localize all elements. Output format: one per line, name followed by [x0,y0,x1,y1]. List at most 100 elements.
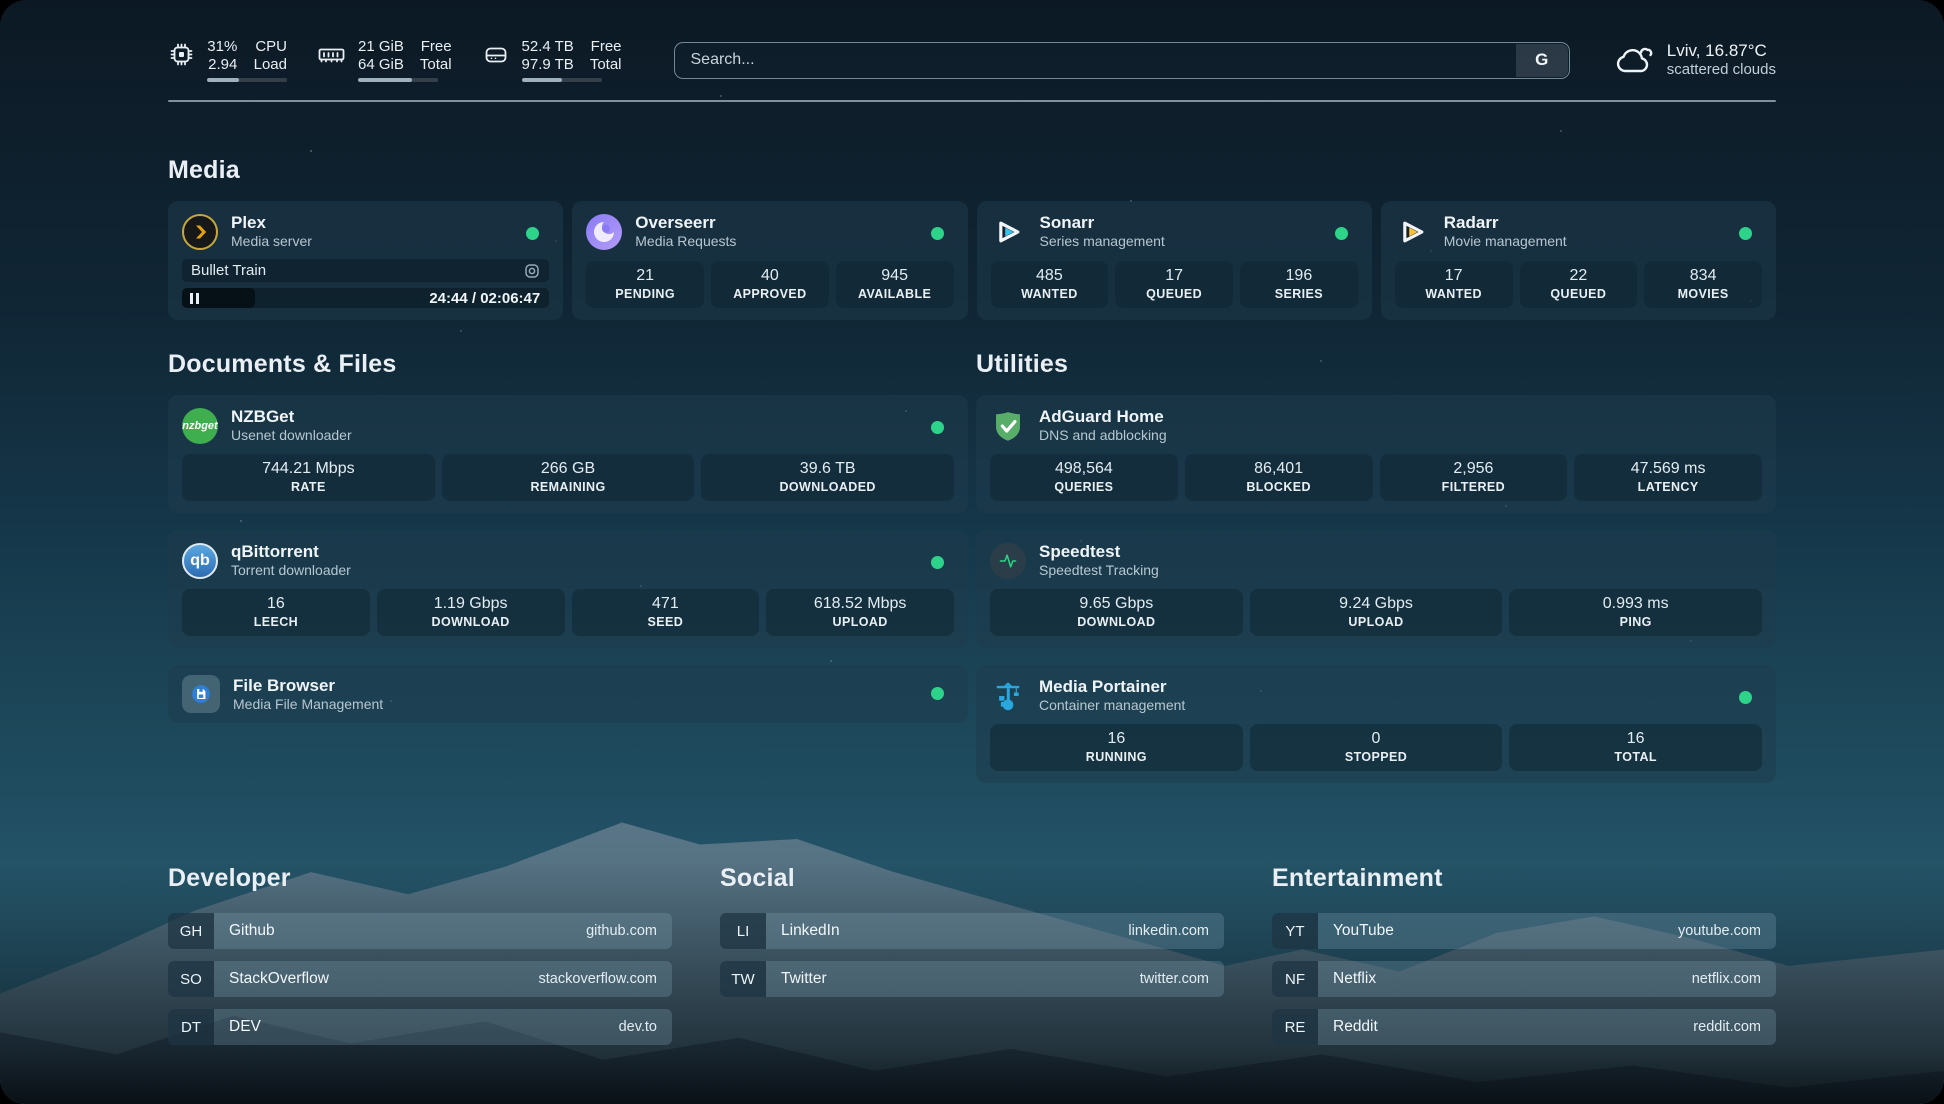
bookmark-dev[interactable]: DT DEV dev.to [168,1009,672,1045]
service-subtitle: Usenet downloader [231,427,352,444]
bookmark-name: LinkedIn [766,913,1128,949]
portainer-logo-icon [990,678,1026,714]
service-title: Media Portainer [1039,677,1185,697]
bookmark-name: Netflix [1318,961,1692,997]
status-dot [1335,227,1348,240]
cpu-progress-bar [207,78,287,82]
stat-rate: 744.21 MbpsRATE [182,454,435,501]
service-card-filebrowser[interactable]: File Browser Media File Management [168,665,968,723]
status-dot [931,687,944,700]
search-provider-button[interactable]: G [1516,44,1568,77]
status-dot [931,556,944,569]
service-subtitle: Movie management [1444,233,1567,250]
cpu-widget: 31% CPU 2.94 Load [168,38,287,82]
bookmark-url: youtube.com [1678,913,1776,949]
sonarr-logo-icon [991,214,1027,250]
stat-upload: 9.24 GbpsUPLOAD [1250,589,1503,636]
service-card-qbittorrent[interactable]: qb qBittorrent Torrent downloader 16LEEC… [168,530,968,648]
memory-free-label: Free [420,38,452,55]
service-title: Overseerr [635,213,736,233]
search-bar: G [674,42,1570,79]
stat-latency: 47.569 msLATENCY [1574,454,1762,501]
cloud-icon [1614,43,1654,77]
service-card-radarr[interactable]: Radarr Movie management 17WANTED 22QUEUE… [1381,201,1776,320]
memory-progress-bar [358,78,438,82]
stat-queued: 17QUEUED [1115,261,1233,308]
radarr-logo-icon [1395,214,1431,250]
header: 31% CPU 2.94 Load [168,38,1776,82]
disk-total-value: 97.9 TB [522,56,574,73]
bookmark-abbr: RE [1272,1009,1318,1045]
stat-wanted: 485WANTED [991,261,1109,308]
service-card-speedtest[interactable]: Speedtest Speedtest Tracking 9.65 GbpsDO… [976,530,1776,648]
bookmarks-developer: Developer GH Github github.com SO StackO… [168,864,672,1057]
section-title-utilities: Utilities [976,350,1776,379]
playback-time: 24:44 / 02:06:47 [429,290,540,307]
bookmark-reddit[interactable]: RE Reddit reddit.com [1272,1009,1776,1045]
bookmark-name: Reddit [1318,1009,1693,1045]
stat-movies: 834MOVIES [1644,261,1762,308]
overseerr-logo-icon [586,214,622,250]
service-card-plex[interactable]: Plex Media server Bullet Train 24:44 / 0… [168,201,563,320]
bookmark-name: Twitter [766,961,1140,997]
now-playing-title: Bullet Train [191,262,524,279]
section-title-documents: Documents & Files [168,350,968,379]
memory-total-value: 64 GiB [358,56,404,73]
service-title: Speedtest [1039,542,1159,562]
service-card-portainer[interactable]: Media Portainer Container management 16R… [976,665,1776,783]
video-source-icon [524,263,540,279]
stat-filtered: 2,956FILTERED [1380,454,1568,501]
bookmark-youtube[interactable]: YT YouTube youtube.com [1272,913,1776,949]
section-title-entertainment: Entertainment [1272,864,1776,893]
bookmark-github[interactable]: GH Github github.com [168,913,672,949]
service-card-adguard[interactable]: AdGuard Home DNS and adblocking 498,564Q… [976,395,1776,513]
bookmark-abbr: LI [720,913,766,949]
memory-total-label: Total [420,56,452,73]
cpu-usage-label: CPU [253,38,287,55]
service-title: NZBGet [231,407,352,427]
service-card-overseerr[interactable]: Overseerr Media Requests 21PENDING 40APP… [572,201,967,320]
disk-free-label: Free [590,38,622,55]
section-title-social: Social [720,864,1224,893]
cpu-chip-icon [168,41,195,68]
weather-location-temp: Lviv, 16.87°C [1667,41,1776,61]
service-card-sonarr[interactable]: Sonarr Series management 485WANTED 17QUE… [977,201,1372,320]
stat-remaining: 266 GBREMAINING [442,454,695,501]
bookmark-stackoverflow[interactable]: SO StackOverflow stackoverflow.com [168,961,672,997]
status-dot [931,227,944,240]
disk-total-label: Total [590,56,622,73]
playback-progress-bar[interactable]: 24:44 / 02:06:47 [182,288,549,308]
bookmark-twitter[interactable]: TW Twitter twitter.com [720,961,1224,997]
bookmark-abbr: TW [720,961,766,997]
service-card-nzbget[interactable]: nzbget NZBGet Usenet downloader 744.21 M… [168,395,968,513]
service-subtitle: Speedtest Tracking [1039,562,1159,579]
service-subtitle: DNS and adblocking [1039,427,1167,444]
dashboard-root: 31% CPU 2.94 Load [0,0,1944,1104]
bookmark-linkedin[interactable]: LI LinkedIn linkedin.com [720,913,1224,949]
weather-widget[interactable]: Lviv, 16.87°C scattered clouds [1614,41,1776,79]
documents-column: Documents & Files nzbget NZBGet Usenet d… [168,350,968,723]
stat-running: 16RUNNING [990,724,1243,771]
bookmark-name: StackOverflow [214,961,539,997]
stat-wanted: 17WANTED [1395,261,1513,308]
bookmark-netflix[interactable]: NF Netflix netflix.com [1272,961,1776,997]
stat-queries: 498,564QUERIES [990,454,1178,501]
service-title: AdGuard Home [1039,407,1167,427]
search-input[interactable] [674,42,1570,79]
service-title: Radarr [1444,213,1567,233]
qbittorrent-logo-icon: qb [182,543,218,579]
cpu-load-value: 2.94 [207,56,237,73]
bookmark-abbr: YT [1272,913,1318,949]
memory-widget: 21 GiB Free 64 GiB Total [317,38,452,82]
media-grid: Plex Media server Bullet Train 24:44 / 0… [168,201,1776,320]
service-title: Sonarr [1040,213,1165,233]
resource-widgets: 31% CPU 2.94 Load [168,38,622,82]
service-subtitle: Series management [1040,233,1165,250]
service-title: File Browser [233,676,383,696]
header-divider [168,100,1776,102]
bookmark-url: github.com [586,913,672,949]
stat-leech: 16LEECH [182,589,370,636]
stat-available: 945AVAILABLE [836,261,954,308]
memory-icon [317,41,346,68]
service-title: qBittorrent [231,542,351,562]
